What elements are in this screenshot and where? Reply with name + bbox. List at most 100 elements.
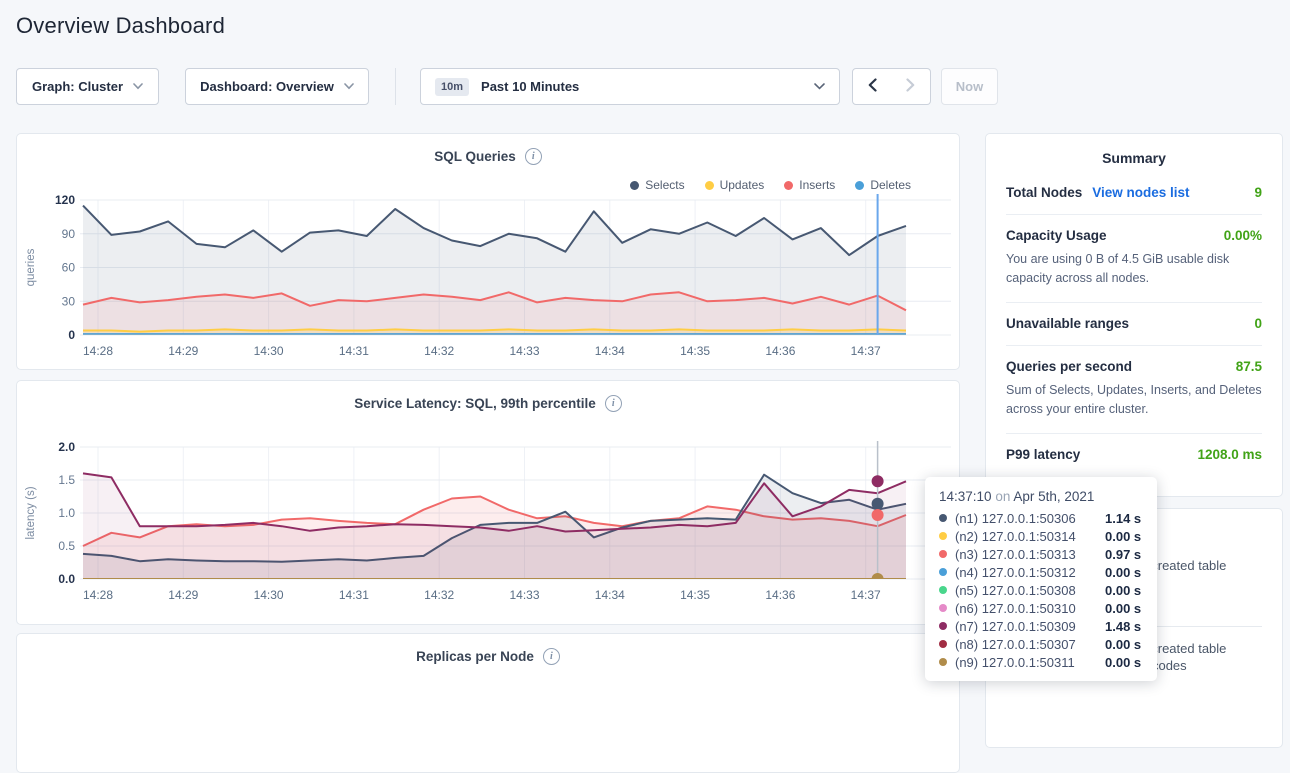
legend-dot-icon xyxy=(855,181,864,190)
page-title: Overview Dashboard xyxy=(16,13,225,39)
sql-queries-card: SQL Queries i SelectsUpdatesInsertsDelet… xyxy=(16,133,960,370)
svg-text:14:37: 14:37 xyxy=(851,588,881,602)
sql-queries-svg[interactable]: 14:2814:2914:3014:3114:3214:3314:3414:35… xyxy=(18,190,959,365)
chevron-left-icon xyxy=(868,78,877,95)
time-range-badge: 10m xyxy=(435,78,469,96)
graph-dropdown-label: Graph: Cluster xyxy=(32,79,123,94)
svg-text:14:34: 14:34 xyxy=(595,588,625,602)
tooltip-node-value: 0.00 s xyxy=(1105,583,1141,598)
time-range-label: Past 10 Minutes xyxy=(481,79,579,94)
series-dot-icon xyxy=(939,604,947,612)
service-latency-card: Service Latency: SQL, 99th percentile i … xyxy=(16,380,960,625)
tooltip-node-label: (n7) 127.0.0.1:50309 xyxy=(955,619,1105,634)
series-dot-icon xyxy=(939,568,947,576)
capacity-usage-value: 0.00% xyxy=(1224,228,1262,243)
tooltip-row: (n4) 127.0.0.1:503120.00 s xyxy=(939,563,1143,581)
tooltip-node-value: 0.00 s xyxy=(1105,637,1141,652)
svg-text:1.5: 1.5 xyxy=(58,473,75,487)
summary-row-qps: Queries per second 87.5 Sum of Selects, … xyxy=(1006,345,1262,433)
tooltip-row: (n9) 127.0.0.1:503110.00 s xyxy=(939,653,1143,671)
svg-text:14:30: 14:30 xyxy=(254,344,284,358)
total-nodes-value: 9 xyxy=(1254,185,1262,200)
qps-label: Queries per second xyxy=(1006,359,1132,374)
svg-text:14:28: 14:28 xyxy=(83,588,113,602)
svg-text:1.0: 1.0 xyxy=(58,506,75,520)
series-dot-icon xyxy=(939,550,947,558)
svg-text:14:32: 14:32 xyxy=(424,344,454,358)
chart-title-text: SQL Queries xyxy=(434,149,516,164)
dashboard-dropdown[interactable]: Dashboard: Overview xyxy=(185,68,369,105)
tooltip-row: (n5) 127.0.0.1:503080.00 s xyxy=(939,581,1143,599)
svg-text:latency (s): latency (s) xyxy=(25,486,37,539)
view-nodes-list-link[interactable]: View nodes list xyxy=(1092,185,1189,200)
legend-dot-icon xyxy=(784,181,793,190)
capacity-usage-description: You are using 0 B of 4.5 GiB usable disk… xyxy=(1006,250,1262,288)
tooltip-node-label: (n4) 127.0.0.1:50312 xyxy=(955,565,1105,580)
tooltip-row: (n6) 127.0.0.1:503100.00 s xyxy=(939,599,1143,617)
tooltip-rows: (n1) 127.0.0.1:503061.14 s(n2) 127.0.0.1… xyxy=(939,509,1143,671)
info-icon[interactable]: i xyxy=(605,395,622,412)
tooltip-node-label: (n9) 127.0.0.1:50311 xyxy=(955,655,1105,670)
series-dot-icon xyxy=(939,532,947,540)
svg-text:14:33: 14:33 xyxy=(509,588,539,602)
tooltip-node-value: 0.97 s xyxy=(1105,547,1141,562)
sql-queries-plot[interactable]: 14:2814:2914:3014:3114:3214:3314:3414:35… xyxy=(18,190,959,365)
summary-row-p99: P99 latency 1208.0 ms xyxy=(1006,433,1262,476)
legend-dot-icon xyxy=(630,181,639,190)
unavailable-ranges-value: 0 xyxy=(1254,316,1262,331)
tooltip-node-value: 1.48 s xyxy=(1105,619,1141,634)
svg-text:14:29: 14:29 xyxy=(168,588,198,602)
dashboard-dropdown-label: Dashboard: Overview xyxy=(200,79,334,94)
info-icon[interactable]: i xyxy=(525,148,542,165)
summary-row-unavailable: Unavailable ranges 0 xyxy=(1006,302,1262,345)
time-prev-button[interactable] xyxy=(852,68,892,105)
chart-hover-tooltip: 14:37:10 on Apr 5th, 2021 (n1) 127.0.0.1… xyxy=(925,477,1157,681)
total-nodes-label: Total Nodes xyxy=(1006,185,1082,200)
series-dot-icon xyxy=(939,640,947,648)
now-button[interactable]: Now xyxy=(941,68,998,105)
svg-text:0.5: 0.5 xyxy=(58,539,75,553)
svg-text:120: 120 xyxy=(55,193,75,207)
svg-text:2.0: 2.0 xyxy=(58,440,75,454)
info-icon[interactable]: i xyxy=(543,648,560,665)
time-range-selector[interactable]: 10m Past 10 Minutes xyxy=(420,68,840,105)
service-latency-plot[interactable]: 14:2814:2914:3014:3114:3214:3314:3414:35… xyxy=(18,437,959,609)
svg-text:14:34: 14:34 xyxy=(595,344,625,358)
tooltip-timestamp: 14:37:10 on Apr 5th, 2021 xyxy=(939,489,1143,504)
p99-latency-label: P99 latency xyxy=(1006,447,1080,462)
svg-text:queries: queries xyxy=(25,248,37,286)
svg-text:60: 60 xyxy=(62,261,76,275)
svg-text:14:29: 14:29 xyxy=(168,344,198,358)
toolbar-divider xyxy=(395,68,396,105)
tooltip-row: (n2) 127.0.0.1:503140.00 s xyxy=(939,527,1143,545)
svg-text:0.0: 0.0 xyxy=(58,572,75,586)
replicas-per-node-title: Replicas per Node i xyxy=(17,648,959,665)
tooltip-node-value: 0.00 s xyxy=(1105,601,1141,616)
capacity-usage-label: Capacity Usage xyxy=(1006,228,1107,243)
svg-text:14:31: 14:31 xyxy=(339,588,369,602)
replicas-per-node-card: Replicas per Node i xyxy=(16,633,960,773)
legend-dot-icon xyxy=(705,181,714,190)
tooltip-time: 14:37:10 xyxy=(939,489,992,504)
summary-row-total-nodes: Total Nodes View nodes list 9 xyxy=(1006,176,1262,214)
service-latency-svg[interactable]: 14:2814:2914:3014:3114:3214:3314:3414:35… xyxy=(18,437,959,609)
svg-text:30: 30 xyxy=(62,294,76,308)
qps-description: Sum of Selects, Updates, Inserts, and De… xyxy=(1006,381,1262,419)
svg-text:14:37: 14:37 xyxy=(851,344,881,358)
svg-text:0: 0 xyxy=(68,328,75,342)
tooltip-date: Apr 5th, 2021 xyxy=(1013,489,1094,504)
series-dot-icon xyxy=(939,586,947,594)
chart-title-text: Service Latency: SQL, 99th percentile xyxy=(354,396,596,411)
tooltip-row: (n3) 127.0.0.1:503130.97 s xyxy=(939,545,1143,563)
svg-text:14:31: 14:31 xyxy=(339,344,369,358)
time-next-button[interactable] xyxy=(891,68,931,105)
sql-queries-title: SQL Queries i xyxy=(17,148,959,165)
tooltip-node-label: (n6) 127.0.0.1:50310 xyxy=(955,601,1105,616)
chevron-down-icon xyxy=(814,83,825,90)
p99-latency-value: 1208.0 ms xyxy=(1197,447,1262,462)
tooltip-node-label: (n3) 127.0.0.1:50313 xyxy=(955,547,1105,562)
svg-text:14:35: 14:35 xyxy=(680,588,710,602)
graph-dropdown[interactable]: Graph: Cluster xyxy=(16,68,159,105)
service-latency-title: Service Latency: SQL, 99th percentile i xyxy=(17,395,959,412)
tooltip-row: (n7) 127.0.0.1:503091.48 s xyxy=(939,617,1143,635)
